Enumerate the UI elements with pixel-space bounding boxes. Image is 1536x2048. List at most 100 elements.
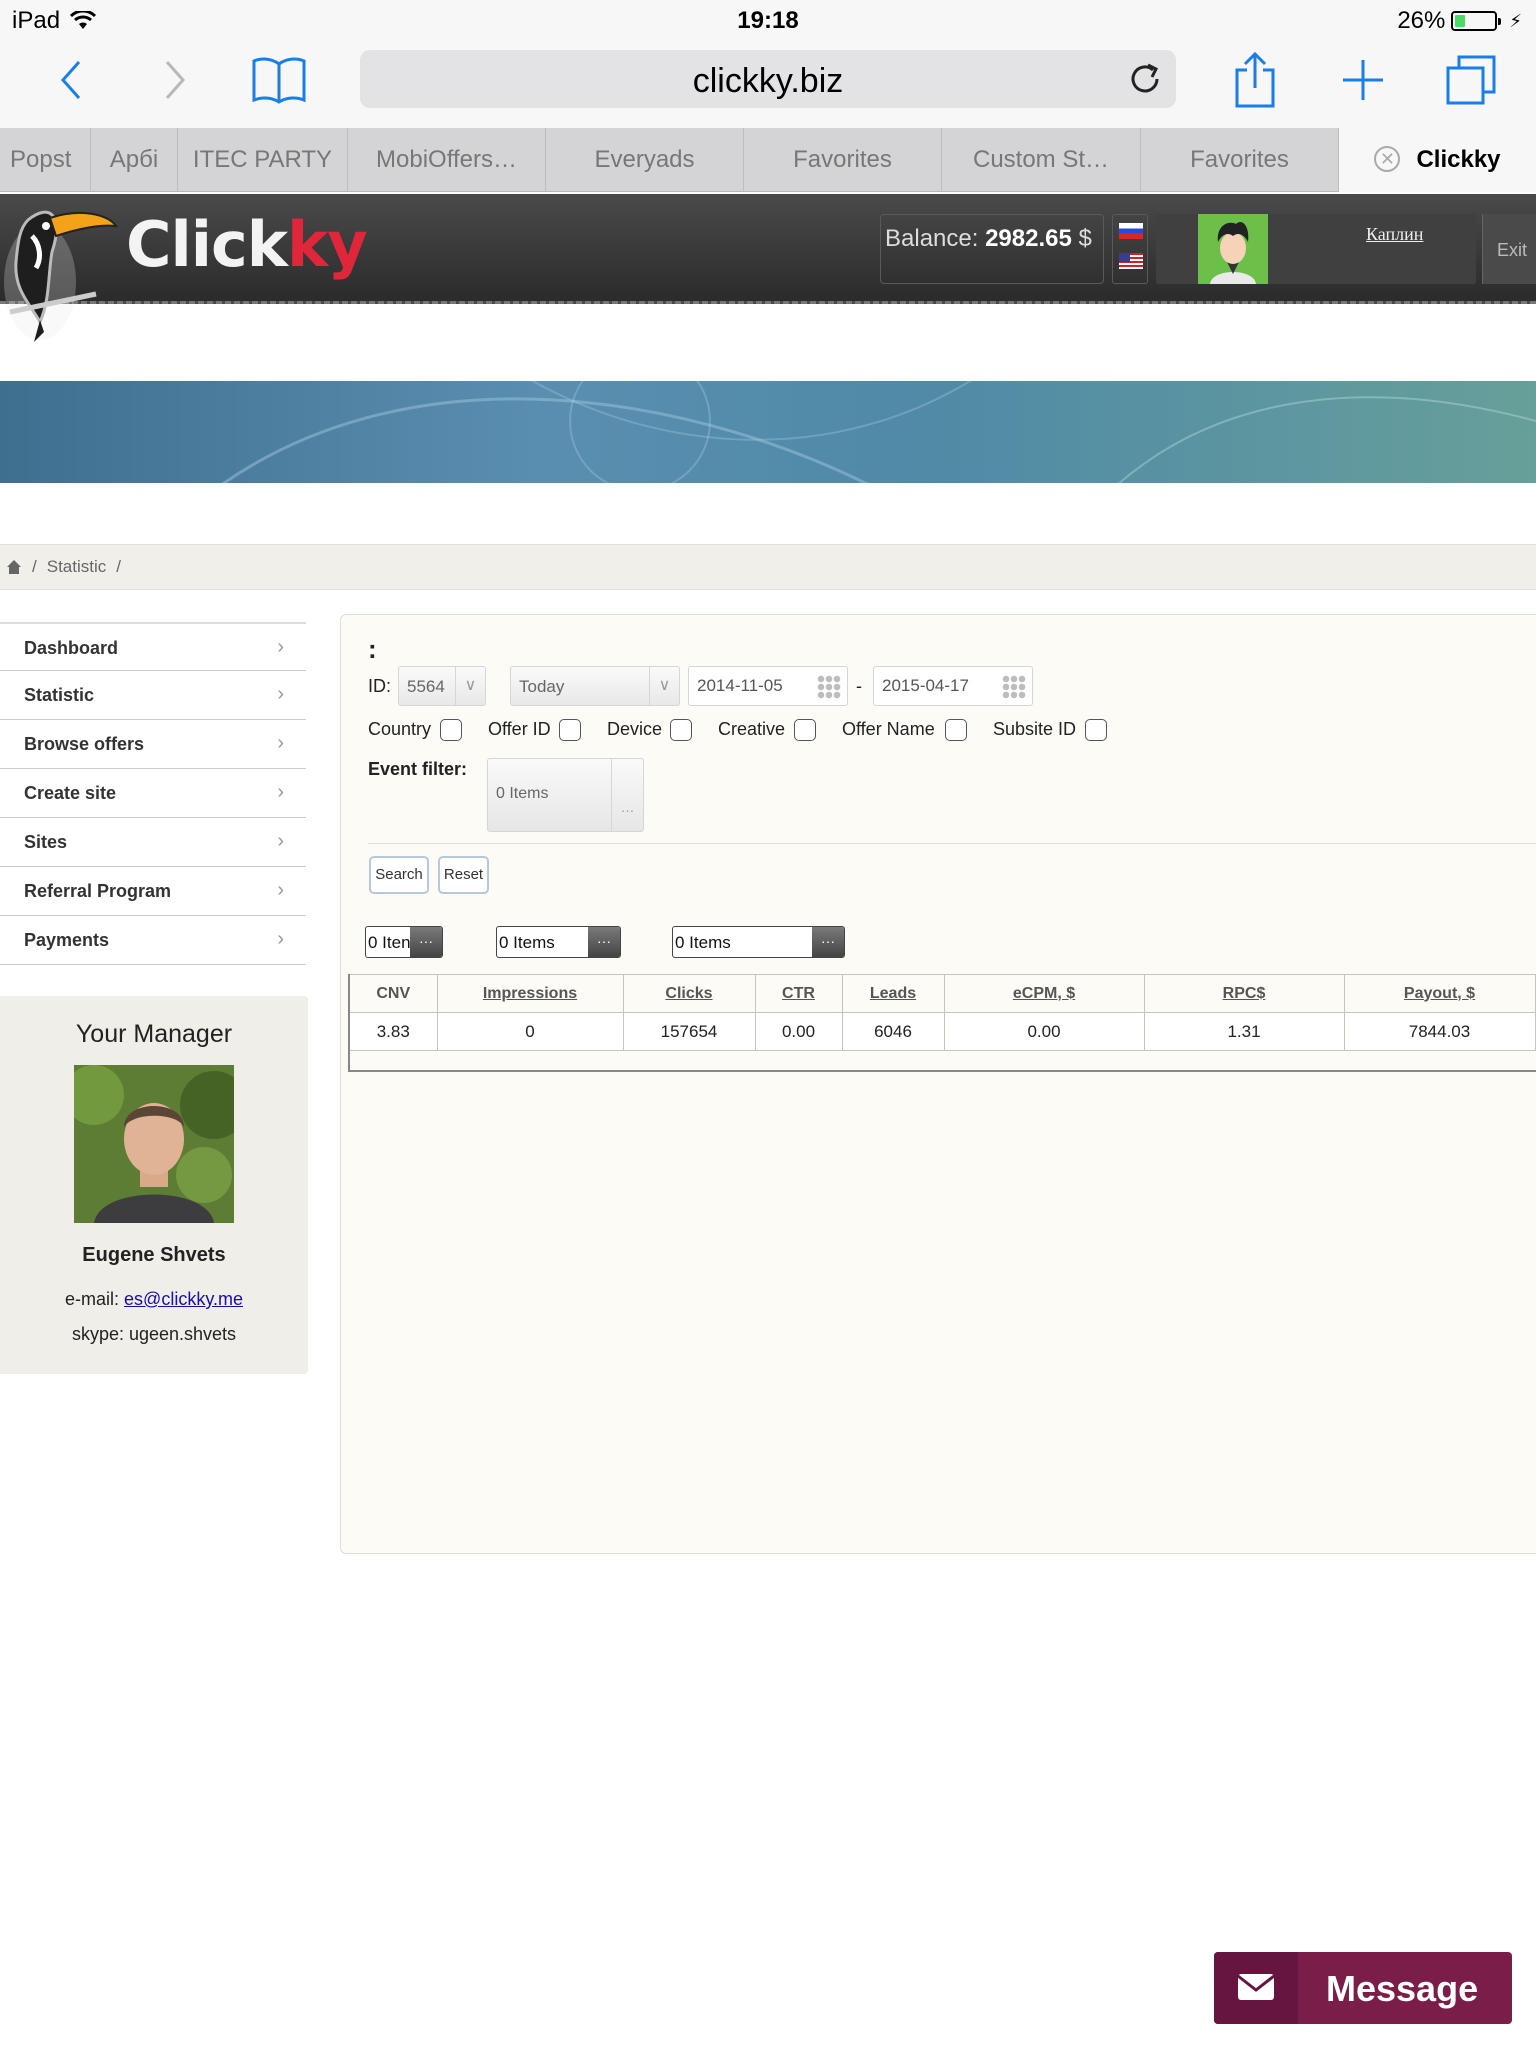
table-footer [348, 1048, 1536, 1072]
device-checkbox-label: Device [607, 719, 663, 739]
clock: 19:18 [737, 7, 799, 34]
russia-flag-icon[interactable] [1119, 223, 1143, 239]
period-select[interactable]: Today ∨ [510, 666, 680, 706]
breadcrumb: / Statistic / [0, 544, 1536, 590]
manager-card: Your Manager Eugene Shvets e-mail: es@cl… [0, 996, 308, 1374]
column-header-impressions[interactable]: Impressions [436, 974, 624, 1013]
manager-name: Eugene Shvets [82, 1244, 226, 1266]
event-filter-select[interactable]: 0 Items … [487, 758, 644, 832]
username-link[interactable]: Каплин [1366, 224, 1423, 245]
clickky-logo[interactable]: Clickky [126, 208, 368, 281]
balance-box: Balance: 2982.65 $ [880, 214, 1104, 284]
envelope-icon [1214, 1952, 1298, 2024]
active-tab-title: Clickky [1416, 146, 1501, 173]
battery-icon [1451, 11, 1502, 31]
offer-id-checkbox-label: Offer ID [488, 719, 551, 739]
exit-button[interactable]: Exit [1482, 214, 1536, 284]
book-icon [252, 57, 306, 104]
favorite-item[interactable]: ITEC PARTY [178, 128, 348, 192]
sidebar-menu: Dashboard › Statistic › Browse offers › Cre… [0, 622, 306, 965]
sidebar-item-referral-program[interactable]: Referral Program › [0, 867, 306, 916]
status-bar: iPad 19:18 26% ⚡ [0, 0, 1536, 40]
cell-impressions: 0 [436, 1012, 624, 1051]
panel-heading: : [368, 634, 377, 664]
items-select-1[interactable]: 0 Iten ··· [365, 926, 443, 958]
favorite-item[interactable]: MobiOffers… [348, 128, 546, 192]
chevron-right-icon: › [277, 683, 284, 705]
tabs-button[interactable] [1436, 48, 1506, 112]
items-select-2[interactable]: 0 Items ··· [496, 926, 621, 958]
creative-checkbox-label: Creative [718, 719, 786, 739]
column-header-rpc[interactable]: RPC$ [1143, 974, 1345, 1013]
items-select-3[interactable]: 0 Items ··· [672, 926, 845, 958]
subsite-id-checkbox[interactable] [1085, 719, 1107, 741]
sidebar-item-sites[interactable]: Sites › [0, 818, 306, 867]
calendar-icon[interactable] [817, 675, 841, 699]
favorite-item[interactable]: Popst [0, 128, 91, 192]
id-select[interactable]: 5564 ∨ [398, 666, 486, 706]
favorite-item[interactable]: Favorites [1141, 128, 1339, 192]
balance-value: 2982.65 [985, 225, 1072, 252]
offer-id-checkbox[interactable] [559, 719, 581, 741]
country-checkbox-label: Country [368, 719, 432, 739]
sidebar-item-dashboard[interactable]: Dashboard › [0, 622, 306, 671]
column-header-clicks[interactable]: Clicks [622, 974, 756, 1013]
manager-email-line: e-mail: es@clickky.me [65, 1289, 243, 1309]
event-filter-label: Event filter: [368, 759, 468, 779]
reset-button[interactable]: Reset [438, 856, 489, 894]
more-icon: … [611, 759, 643, 831]
creative-checkbox[interactable] [794, 719, 816, 741]
charging-icon: ⚡ [1509, 10, 1522, 31]
usa-flag-icon[interactable] [1119, 253, 1143, 269]
more-icon: ··· [588, 927, 620, 957]
cell-cnv: 3.83 [348, 1012, 438, 1051]
column-header-ctr[interactable]: CTR [754, 974, 843, 1013]
sidebar-item-create-site[interactable]: Create site › [0, 769, 306, 818]
active-tab[interactable]: ✕ Clickky [1339, 128, 1536, 192]
sidebar-item-browse-offers[interactable]: Browse offers › [0, 720, 306, 769]
id-label: ID: [368, 676, 392, 696]
date-to-input[interactable]: 2015-04-17 [873, 666, 1033, 706]
tabs-icon [1446, 55, 1496, 105]
offer-name-checkbox[interactable] [945, 719, 967, 741]
country-checkbox[interactable] [440, 719, 462, 741]
date-from-input[interactable]: 2014-11-05 [688, 666, 848, 706]
sidebar-item-statistic[interactable]: Statistic › [0, 671, 306, 720]
column-header-leads[interactable]: Leads [841, 974, 945, 1013]
message-button[interactable]: Message [1214, 1952, 1512, 2024]
column-header-payout[interactable]: Payout, $ [1343, 974, 1536, 1013]
address-bar[interactable]: clickky.biz [360, 50, 1176, 108]
sidebar-item-payments[interactable]: Payments › [0, 916, 306, 965]
favorite-item[interactable]: Everyads [546, 128, 744, 192]
share-button[interactable] [1220, 48, 1290, 112]
date-separator: - [856, 676, 862, 696]
share-icon [1235, 52, 1275, 108]
column-header-ecpm[interactable]: eCPM, $ [943, 974, 1145, 1013]
more-icon: ··· [410, 927, 442, 957]
manager-skype: skype: ugeen.shvets [71, 1324, 237, 1344]
calendar-icon[interactable] [1002, 675, 1026, 699]
reload-icon[interactable] [1126, 60, 1164, 98]
search-button[interactable]: Search [369, 856, 429, 894]
favorite-item[interactable]: Арбі [91, 128, 178, 192]
home-icon[interactable] [6, 559, 22, 575]
close-tab-icon[interactable]: ✕ [1374, 145, 1401, 172]
manager-title: Your Manager [75, 1020, 233, 1048]
user-box[interactable]: Каплин [1156, 214, 1476, 284]
favorite-item[interactable]: Favorites [744, 128, 942, 192]
more-icon: ··· [812, 927, 844, 957]
device-checkbox[interactable] [670, 719, 692, 741]
breadcrumb-current[interactable]: Statistic [47, 557, 107, 577]
chevron-right-icon [165, 61, 186, 99]
column-header-cnv: CNV [348, 974, 438, 1013]
back-button[interactable] [36, 48, 106, 112]
cell-payout: 7844.03 [1343, 1012, 1536, 1051]
statistics-panel [340, 614, 1536, 1554]
forward-button[interactable] [140, 48, 210, 112]
chevron-left-icon [60, 61, 81, 99]
language-switcher [1112, 214, 1148, 284]
new-tab-button[interactable] [1328, 48, 1398, 112]
manager-email-link[interactable]: es@clickky.me [124, 1289, 243, 1309]
favorite-item[interactable]: Custom St… [942, 128, 1141, 192]
bookmarks-button[interactable] [244, 48, 314, 112]
